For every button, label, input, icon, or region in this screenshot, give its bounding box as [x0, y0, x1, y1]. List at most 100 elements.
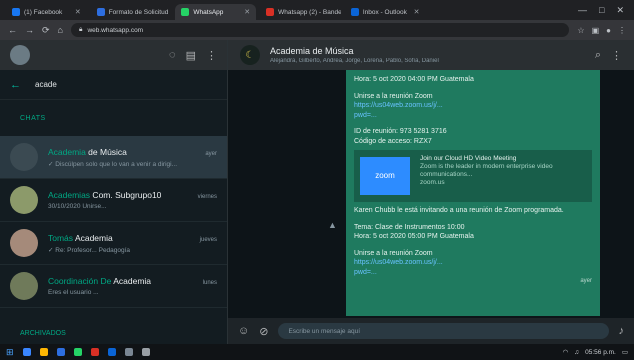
browser-tab[interactable]: WhatsApp ✕	[175, 4, 257, 20]
back-arrow-icon[interactable]: ←	[10, 79, 21, 91]
taskbar-app-icon[interactable]	[56, 348, 65, 356]
message-time-line: Hora: 5 oct 2020 04:00 PM Guatemala	[354, 76, 474, 83]
url-text: web.whatsapp.com	[87, 26, 144, 34]
chat-preview: ✓ Discúlpen solo que lo van a venir a di…	[48, 160, 178, 168]
forward-icon[interactable]: →	[25, 25, 34, 35]
taskbar-app-icon[interactable]	[22, 348, 31, 356]
message-input[interactable]: Escribe un mensaje aquí	[278, 323, 609, 339]
star-icon[interactable]: ☆	[577, 26, 584, 35]
composer-bar: ☺ ⊘ Escribe un mensaje aquí ♪	[228, 318, 634, 344]
preview-title: Join our Cloud HD Video Meeting	[420, 155, 517, 162]
preview-description: Zoom is the leader in modern enterprise …	[420, 163, 553, 178]
chat-avatar	[10, 272, 38, 300]
message-timestamp: ayer	[580, 278, 592, 284]
new-chat-icon[interactable]: ▤	[186, 49, 196, 62]
zoom-link[interactable]: https://us04web.zoom.us/j/...	[354, 101, 592, 111]
taskbar-app-icon[interactable]	[39, 348, 48, 356]
user-avatar[interactable]	[10, 45, 30, 65]
zoom-link-2[interactable]: https://us04web.zoom.us/j/...	[354, 258, 592, 268]
maximize-button[interactable]: □	[599, 5, 604, 16]
clock[interactable]: 05:56 p.m.	[585, 349, 616, 356]
chat-avatar	[10, 186, 38, 214]
sidebar-header: ◌ ▤ ⋮	[0, 40, 227, 70]
browser-tab[interactable]: Formato de Solicitud✕	[91, 4, 172, 20]
extension-icons: ☆ ▣ ● ⋮	[577, 26, 626, 35]
chat-list-item[interactable]: Coordinación De Academia lunes Eres el usu…	[0, 265, 227, 308]
favicon-icon	[96, 8, 105, 16]
volume-icon[interactable]: ♫	[574, 349, 579, 356]
chat-name-highlight: Coordinación De	[48, 276, 114, 286]
tab-label: Whatsapp (2) - Bandeja	[278, 8, 341, 16]
home-icon[interactable]: ⌂	[58, 25, 63, 35]
browser-tab[interactable]: Whatsapp (2) - Bandeja✕	[260, 4, 341, 20]
chat-time: lunes	[202, 280, 217, 286]
members-list: Alejandra, Gilberto, Andrea, Jorge, Lore…	[270, 58, 439, 64]
link-preview-card[interactable]: zoom Join our Cloud HD Video Meeting Zoo…	[354, 150, 592, 202]
close-tab-icon[interactable]: ✕	[244, 8, 250, 16]
menu-dots-icon[interactable]: ⋮	[206, 49, 217, 62]
extension-icon[interactable]: ▣	[592, 26, 600, 35]
close-window-button[interactable]: ✕	[616, 5, 624, 16]
lock-icon: 🔒︎	[78, 26, 83, 33]
zoom-link-password[interactable]: pwd=...	[354, 111, 592, 121]
chat-name-rest: Academia	[74, 232, 113, 243]
chat-list-item[interactable]: Tomás Academia jueves ✓ Re: Profesor... Pe…	[0, 222, 227, 265]
chat-list-item[interactable]: Academia de Música ayer ✓ Discúlpen solo q…	[0, 136, 227, 179]
taskbar-app-icon[interactable]	[141, 348, 150, 356]
search-input[interactable]	[35, 80, 175, 89]
chat-list-item[interactable]: Academias Com. Subgrupo10 viernes 30/10/20…	[0, 179, 227, 222]
emoji-icon[interactable]: ☺	[238, 325, 249, 337]
search-bar: ←	[0, 70, 227, 100]
time-text: Hora: 5 oct 2020 05:00 PM Guatemala	[354, 233, 474, 240]
back-icon[interactable]: ←	[8, 25, 17, 35]
preview-domain: zoom.us	[420, 179, 445, 186]
taskbar-app-icon[interactable]	[73, 348, 82, 356]
minimize-button[interactable]: —	[578, 5, 587, 16]
chat-preview: ✓ Re: Profesor... Pedagogía	[48, 246, 131, 254]
start-icon[interactable]: ⊞	[6, 347, 14, 358]
message-bubble: Hora: 5 oct 2020 04:00 PM Guatemala Unir…	[346, 70, 600, 316]
wifi-icon[interactable]: ◠	[563, 348, 569, 356]
taskbar-apps	[22, 348, 150, 356]
status-icon[interactable]: ◌	[169, 49, 176, 61]
join-label-2: Unirse a la reunión Zoom	[354, 249, 433, 257]
microphone-icon[interactable]: ♪	[619, 325, 625, 337]
chat-time: jueves	[199, 236, 217, 243]
chat-time: ayer	[205, 150, 217, 157]
chat-name-highlight: Academia	[48, 146, 86, 157]
browser-tab[interactable]: Inbox - Outlook ✕	[345, 4, 426, 20]
close-tab-icon[interactable]: ✕	[75, 8, 81, 16]
search-icon[interactable]: ⌕	[595, 49, 601, 62]
taskbar-app-icon[interactable]	[124, 348, 133, 356]
chat-name-highlight: Academias	[48, 190, 91, 200]
taskbar-app-icon[interactable]	[107, 348, 116, 356]
conversation-header[interactable]: ☾ Academia de Música Alejandra, Gilberto…	[228, 40, 634, 70]
chat-avatar	[10, 229, 38, 257]
close-tab-icon[interactable]: ✕	[414, 8, 420, 16]
chat-sidebar: ◌ ▤ ⋮ ← CHATS Academia de Música ayer ✓ Di…	[0, 40, 228, 344]
tab-strip: (1) Facebook✕Formato de Solicitud✕WhatsA…	[6, 4, 426, 20]
reload-icon[interactable]: ⟳	[42, 25, 50, 36]
windows-taskbar: ⊞ ◠ ♫ 05:56 p.m. ▭	[0, 344, 634, 360]
favicon-icon	[181, 8, 190, 16]
section-label: CHATS	[20, 114, 46, 122]
scroll-up-icon[interactable]: ▲	[328, 220, 337, 230]
browser-tab[interactable]: (1) Facebook ✕	[6, 4, 87, 20]
chat-name-rest: Com. Subgrupo10	[90, 190, 162, 200]
chat-name-rest: de Música	[85, 146, 127, 157]
menu-dots-icon[interactable]: ⋮	[618, 26, 626, 35]
zoom-logo: zoom	[360, 157, 410, 195]
group-avatar[interactable]: ☾	[240, 45, 260, 65]
taskbar-app-icon[interactable]	[90, 348, 99, 356]
url-field[interactable]: 🔒︎ web.whatsapp.com	[70, 23, 570, 37]
attach-icon[interactable]: ⊘	[259, 325, 268, 338]
chat-name-rest: Academia	[113, 276, 152, 286]
zoom-link-password-2[interactable]: pwd=...	[354, 268, 592, 278]
chat-name: Coordinación De Academia	[48, 276, 151, 286]
notification-icon[interactable]: ▭	[622, 348, 628, 356]
address-bar-row: ← → ⟳ ⌂ 🔒︎ web.whatsapp.com ☆ ▣ ● ⋮	[0, 20, 634, 40]
profile-icon[interactable]: ●	[606, 26, 611, 35]
menu-dots-icon[interactable]: ⋮	[611, 49, 622, 62]
chat-avatar	[10, 143, 38, 171]
archived-link[interactable]: ARCHIVADOS	[0, 322, 228, 344]
